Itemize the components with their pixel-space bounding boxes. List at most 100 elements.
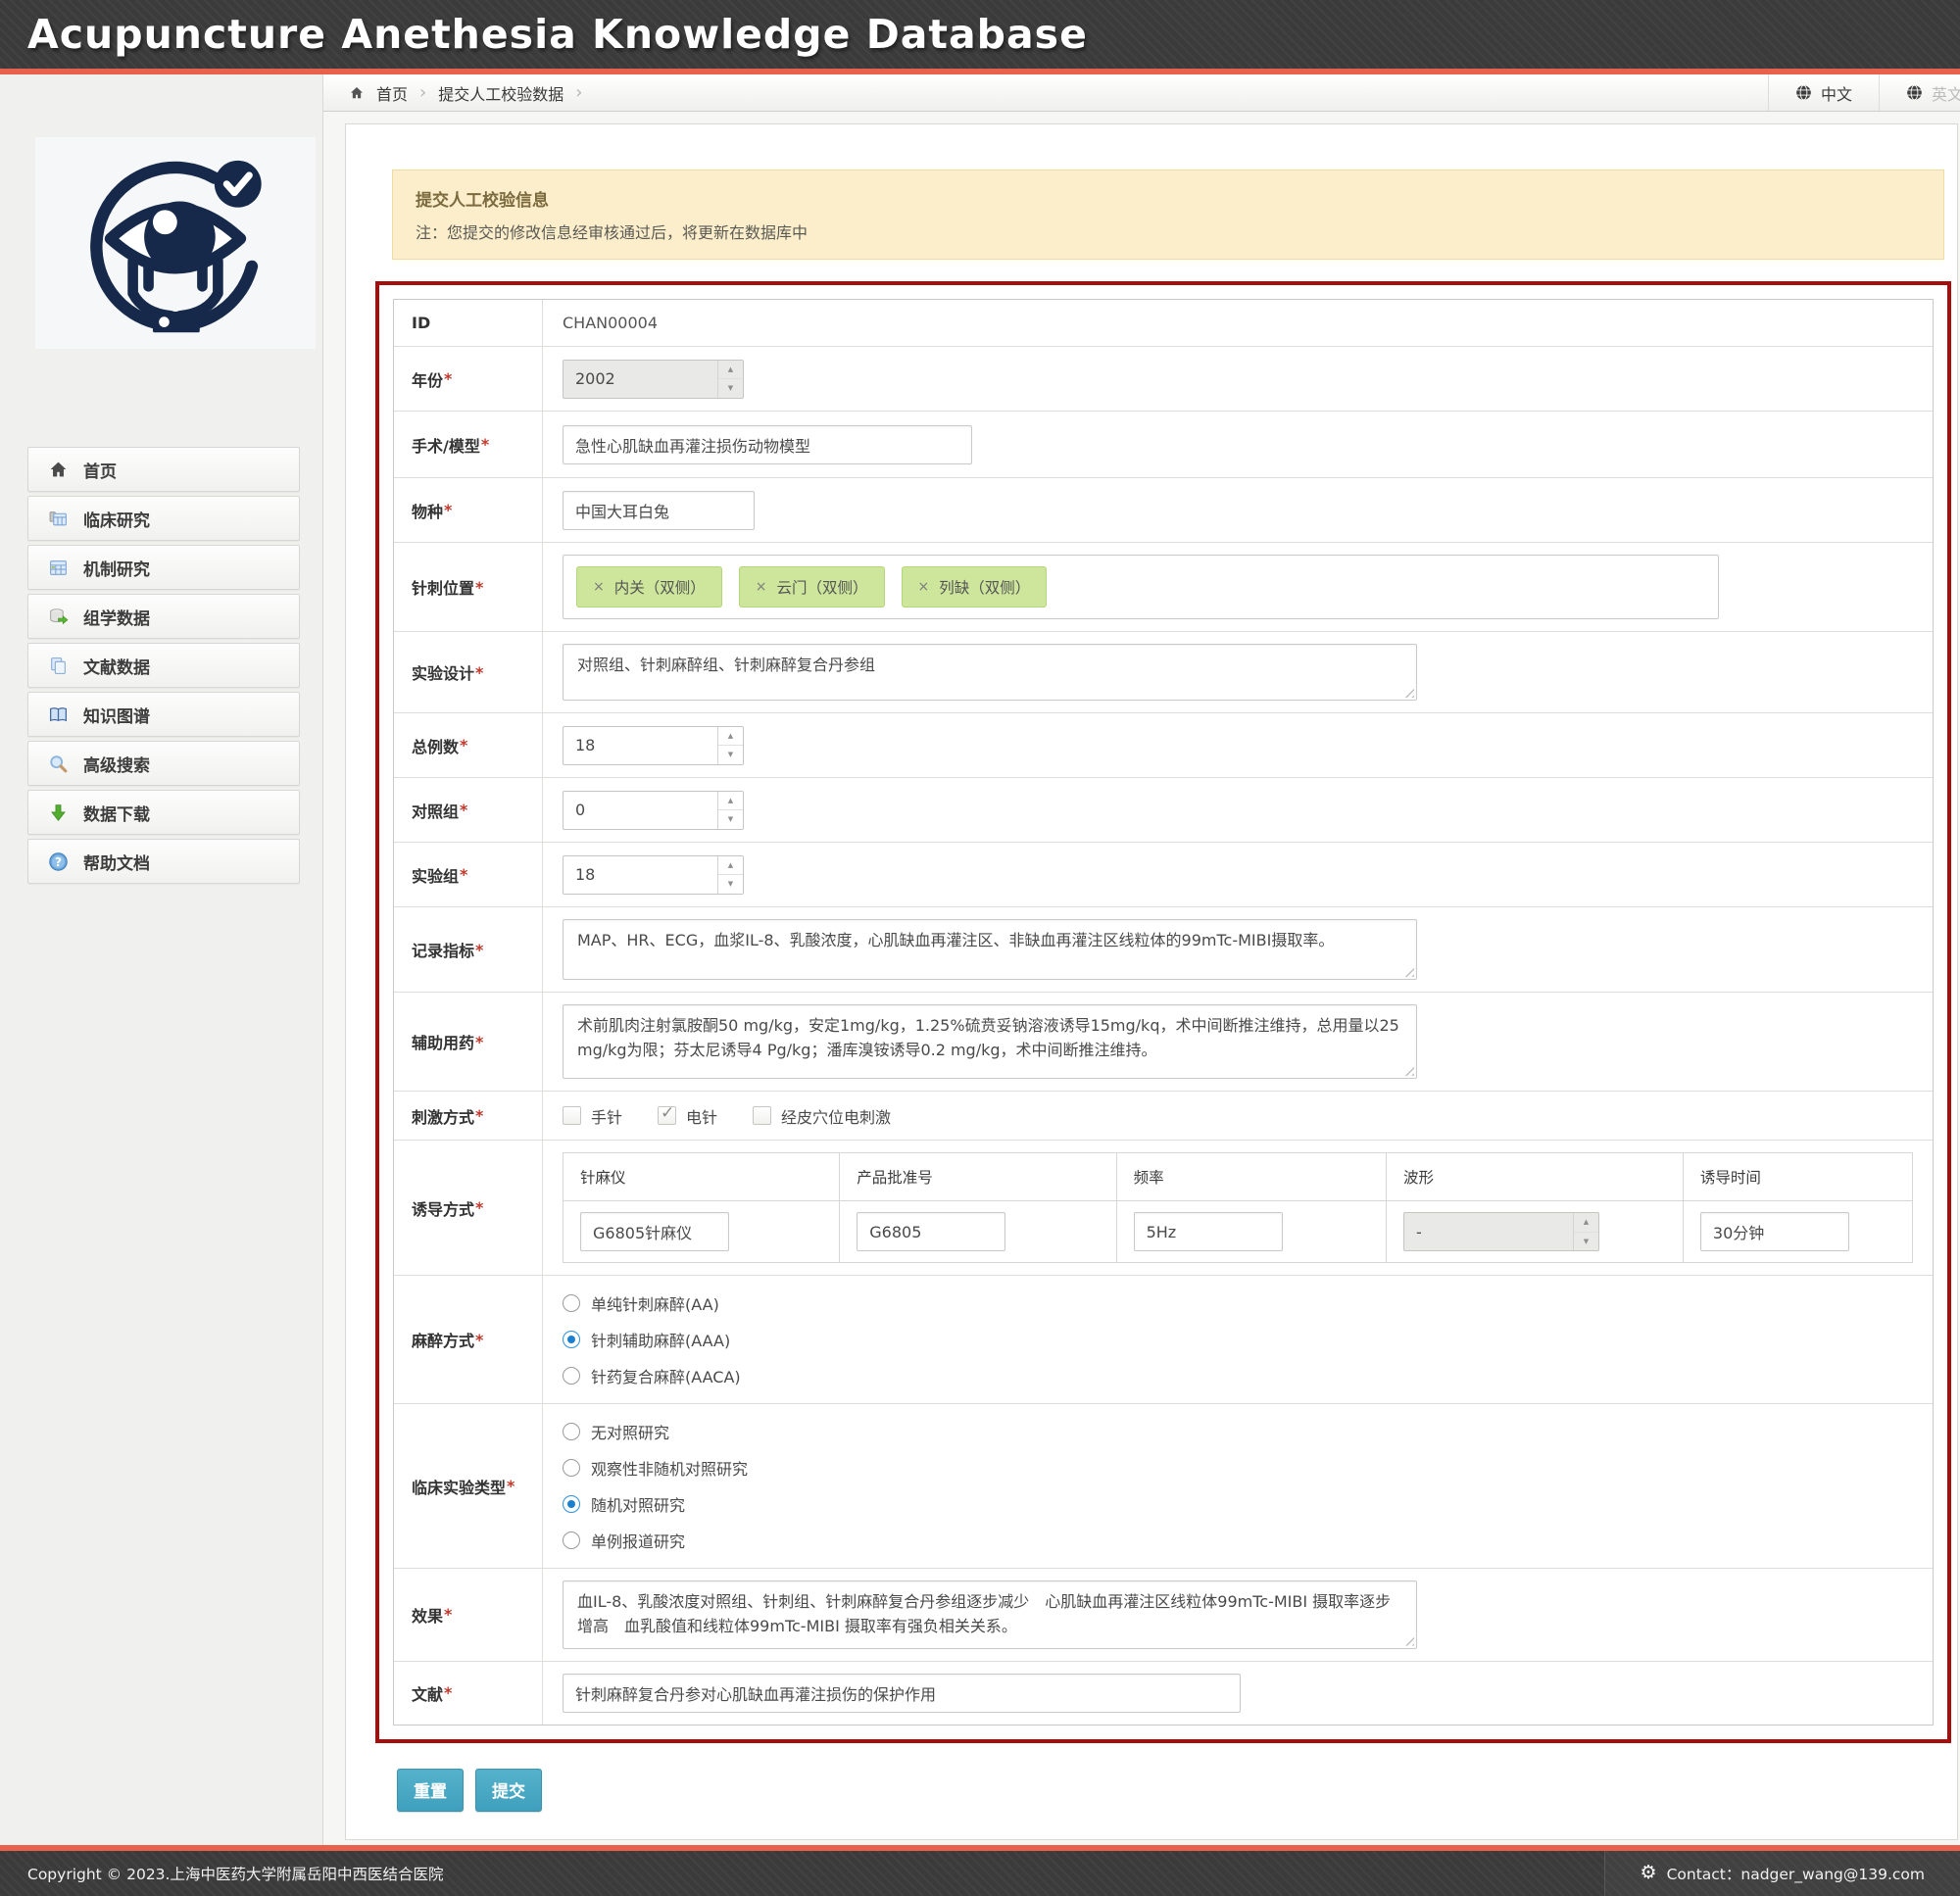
- radio-circle: [563, 1459, 580, 1477]
- remove-tag-icon[interactable]: ×: [756, 579, 767, 595]
- database-export-icon: [48, 607, 69, 627]
- id-value: CHAN00004: [563, 314, 658, 332]
- lang-en-button[interactable]: 英文: [1879, 74, 1960, 111]
- spinner-down-icon[interactable]: ▼: [1574, 1233, 1598, 1251]
- globe-icon: [1795, 84, 1812, 101]
- resize-handle[interactable]: [1403, 966, 1414, 977]
- resize-handle[interactable]: [1403, 1635, 1414, 1646]
- required-mark: *: [444, 501, 452, 519]
- tag-label: 内关（双侧）: [614, 576, 706, 598]
- remove-tag-icon[interactable]: ×: [918, 579, 930, 595]
- effect-textarea[interactable]: 血IL-8、乳酸浓度对照组、针刺组、针刺麻醉复合丹参组逐步减少 心肌缺血再灌注区…: [563, 1580, 1417, 1649]
- device-input[interactable]: [580, 1212, 729, 1251]
- sidebar-item-home[interactable]: 首页: [27, 447, 300, 492]
- radio-label: 针刺辅助麻醉(AAA): [591, 1328, 730, 1351]
- magnifier-icon: [48, 754, 69, 774]
- frequency-input[interactable]: [1134, 1212, 1283, 1251]
- sidebar-item-help-docs[interactable]: ? 帮助文档: [27, 839, 300, 884]
- spinner-down-icon[interactable]: ▼: [718, 379, 743, 398]
- sidebar-item-literature[interactable]: 文献数据: [27, 643, 300, 688]
- spinner-up-icon[interactable]: ▲: [718, 792, 743, 811]
- sidebar-item-label: 组学数据: [83, 605, 150, 629]
- spinner-up-icon[interactable]: ▲: [718, 727, 743, 747]
- induction-time-input[interactable]: [1700, 1212, 1849, 1251]
- row-literature: 文献*: [394, 1662, 1933, 1725]
- radio-aaca[interactable]: 针药复合麻醉(AACA): [563, 1364, 741, 1387]
- row-indicators: 记录指标* MAP、HR、ECG，血浆IL-8、乳酸浓度，心肌缺血再灌注区、非缺…: [394, 907, 1933, 993]
- spinner-arrows: ▲ ▼: [717, 361, 743, 398]
- resize-handle[interactable]: [1403, 687, 1414, 698]
- spinner-down-icon[interactable]: ▼: [718, 875, 743, 894]
- radio-no-control[interactable]: 无对照研究: [563, 1420, 748, 1443]
- anesthesia-options: 单纯针刺麻醉(AA) 针刺辅助麻醉(AAA) 针药复合麻醉(AACA): [563, 1288, 741, 1391]
- stimulation-options: 手针 ✓ 电针 经皮穴位电刺激: [563, 1104, 891, 1128]
- row-effect: 效果* 血IL-8、乳酸浓度对照组、针刺组、针刺麻醉复合丹参组逐步减少 心肌缺血…: [394, 1569, 1933, 1662]
- induction-header-row: 针麻仪 产品批准号 频率 波形 诱导时间: [564, 1153, 1913, 1201]
- sidebar-item-clinical[interactable]: 临床研究: [27, 496, 300, 541]
- checkbox-electro-needle[interactable]: ✓ 电针: [658, 1104, 717, 1128]
- spinner-up-icon[interactable]: ▲: [1574, 1213, 1598, 1233]
- trial-type-options: 无对照研究 观察性非随机对照研究 随机对照研究: [563, 1416, 748, 1556]
- waveform-select[interactable]: - ▲ ▼: [1403, 1212, 1599, 1251]
- spinner-down-icon[interactable]: ▼: [718, 746, 743, 764]
- field-label: 对照组: [412, 799, 459, 822]
- field-label: 针刺位置: [412, 575, 474, 599]
- globe-icon: [1906, 84, 1923, 101]
- radio-randomized-selected[interactable]: 随机对照研究: [563, 1492, 748, 1516]
- total-value: 18: [564, 727, 717, 764]
- required-mark: *: [475, 663, 483, 682]
- notice-box: 提交人工校验信息 注：您提交的修改信息经审核通过后，将更新在数据库中: [392, 170, 1944, 260]
- radio-aaa-selected[interactable]: 针刺辅助麻醉(AAA): [563, 1328, 741, 1351]
- control-spinner[interactable]: 0 ▲ ▼: [563, 791, 744, 830]
- row-year: 年份* 2002 ▲ ▼: [394, 347, 1933, 412]
- lang-zh-button[interactable]: 中文: [1768, 74, 1879, 111]
- sidebar-item-knowledge-graph[interactable]: 知识图谱: [27, 692, 300, 737]
- field-label: 文献: [412, 1681, 443, 1705]
- experimental-spinner[interactable]: 18 ▲ ▼: [563, 855, 744, 895]
- row-trial-type: 临床实验类型* 无对照研究 观察性非随机对照研究: [394, 1404, 1933, 1569]
- breadcrumb-home[interactable]: 首页: [376, 81, 408, 105]
- sidebar-item-data-download[interactable]: 数据下载: [27, 790, 300, 835]
- acupoint-tag: × 列缺（双侧）: [902, 566, 1048, 608]
- radio-observational[interactable]: 观察性非随机对照研究: [563, 1456, 748, 1480]
- spinner-down-icon[interactable]: ▼: [718, 810, 743, 829]
- checkbox-hand-needle[interactable]: 手针: [563, 1104, 622, 1128]
- approval-number-input[interactable]: [857, 1212, 1005, 1251]
- acupoint-tag-input[interactable]: × 内关（双侧） × 云门（双侧） × 列缺（双: [563, 555, 1719, 619]
- sidebar-item-mechanism[interactable]: 机制研究: [27, 545, 300, 590]
- spinner-up-icon[interactable]: ▲: [718, 856, 743, 876]
- footer-contact: ⚙ Contact：nadger_wang@139.com: [1604, 1851, 1960, 1896]
- spinner-up-icon[interactable]: ▲: [718, 361, 743, 380]
- form-table: ID CHAN00004 年份* 2002 ▲: [393, 299, 1934, 1726]
- help-circle-icon: ?: [48, 851, 69, 872]
- field-label: 年份: [412, 367, 443, 391]
- species-input[interactable]: [563, 491, 755, 530]
- acupoint-tag: × 内关（双侧）: [576, 566, 722, 608]
- radio-case-report[interactable]: 单例报道研究: [563, 1529, 748, 1552]
- submit-button[interactable]: 提交: [475, 1769, 542, 1812]
- required-mark: *: [481, 435, 489, 454]
- literature-input[interactable]: [563, 1674, 1241, 1713]
- breadcrumb-current[interactable]: 提交人工校验数据: [438, 81, 564, 105]
- induction-value-row: - ▲ ▼: [564, 1201, 1913, 1263]
- sidebar-item-label: 帮助文档: [83, 850, 150, 874]
- radio-aa[interactable]: 单纯针刺麻醉(AA): [563, 1291, 741, 1315]
- home-icon: [48, 460, 69, 480]
- surgery-input[interactable]: [563, 425, 972, 464]
- reset-button[interactable]: 重置: [397, 1769, 464, 1812]
- sidebar-item-omics[interactable]: 组学数据: [27, 594, 300, 639]
- resize-handle[interactable]: [1403, 1065, 1414, 1076]
- remove-tag-icon[interactable]: ×: [593, 579, 605, 595]
- checkbox-transcutaneous[interactable]: 经皮穴位电刺激: [753, 1104, 891, 1128]
- lang-zh-label: 中文: [1821, 81, 1852, 105]
- total-spinner[interactable]: 18 ▲ ▼: [563, 726, 744, 765]
- year-spinner[interactable]: 2002 ▲ ▼: [563, 360, 744, 399]
- radio-label: 针药复合麻醉(AACA): [591, 1364, 741, 1387]
- auxiliary-drugs-textarea[interactable]: 术前肌肉注射氯胺酮50 mg/kg，安定1mg/kg，1.25%硫贲妥钠溶液诱导…: [563, 1004, 1417, 1079]
- design-textarea[interactable]: 对照组、针刺麻醉组、针刺麻醉复合丹参组: [563, 644, 1417, 701]
- logo: [35, 137, 316, 349]
- row-control: 对照组* 0 ▲ ▼: [394, 778, 1933, 843]
- sidebar-item-label: 数据下载: [83, 801, 150, 825]
- sidebar-item-advanced-search[interactable]: 高级搜索: [27, 741, 300, 786]
- indicators-textarea[interactable]: MAP、HR、ECG，血浆IL-8、乳酸浓度，心肌缺血再灌注区、非缺血再灌注区线…: [563, 919, 1417, 980]
